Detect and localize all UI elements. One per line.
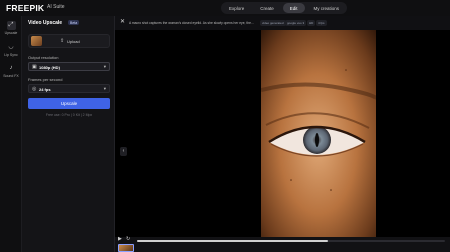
tag-model: google veo 3 (285, 20, 307, 26)
nav-edit[interactable]: Edit (282, 3, 305, 13)
prompt-text: A macro shot captures the woman's closed… (129, 21, 254, 25)
upscale-icon: ⤢ (6, 21, 16, 30)
close-icon[interactable]: ✕ (120, 18, 125, 25)
loop-icon[interactable]: ↻ (126, 236, 130, 242)
video-preview[interactable]: ‹ (115, 30, 450, 237)
video-frame (261, 30, 376, 237)
resolution-value: 1080p (HD) (39, 65, 60, 71)
resolution-select[interactable]: ▣ 1080p (HD) ▾ (28, 62, 110, 71)
tag-resolution: HD (307, 20, 316, 26)
rail-item-upscale[interactable]: ⤢ Upscale (0, 21, 22, 35)
resolution-label: Output resolution (28, 55, 59, 60)
nav-create[interactable]: Create (253, 3, 281, 13)
timeline-thumbnail[interactable] (118, 244, 134, 252)
play-icon[interactable]: ▶ (118, 236, 122, 242)
ai-suite-label: AI Suite (47, 4, 65, 10)
credits-note: Free use: 0 Pro | 0 Kit | 2 Mpx (45, 113, 93, 117)
fps-label: Frames per second (28, 77, 63, 82)
panel-title: Video Upscale (28, 20, 63, 26)
eye-closeup-image (261, 30, 376, 237)
chevron-left-icon[interactable]: ‹ (120, 147, 127, 156)
freepik-logo[interactable]: FREEPIK (6, 3, 44, 13)
chevron-down-icon: ▾ (103, 64, 106, 70)
rail-label-sound-fx: Sound FX (3, 74, 19, 78)
main-viewer-area: ✕ A macro shot captures the woman's clos… (115, 16, 450, 252)
nav-my-creations[interactable]: My creations (307, 3, 347, 13)
timeline-bar: ▶ ↻ (115, 236, 450, 252)
rail-label-upscale: Upscale (4, 31, 18, 35)
tag-video-generated: video generated (260, 20, 286, 26)
rail-label-lip-sync: Lip Sync (4, 53, 18, 57)
lip-sync-icon: ◡ (8, 44, 14, 50)
upload-label: Upload (67, 39, 80, 44)
rail-item-sound-fx[interactable]: ♪ Sound FX (0, 64, 22, 78)
prompt-bar: ✕ A macro shot captures the woman's clos… (115, 16, 450, 30)
timeline-track[interactable] (137, 239, 445, 242)
tag-fps: 4 fps (316, 20, 327, 26)
upload-icon: ⇪ (60, 38, 65, 44)
upscale-settings-panel: Video Upscale Beta (22, 16, 115, 252)
chevron-down-icon: ▾ (103, 86, 106, 92)
upscale-button[interactable]: Upscale (28, 98, 110, 109)
fps-icon: ◎ (32, 86, 37, 92)
resolution-icon: ▣ (32, 64, 37, 70)
tool-rail: ⤢ Upscale ◡ Lip Sync ♪ Sound FX (0, 16, 22, 252)
timeline-progress (137, 239, 328, 242)
fps-select[interactable]: ◎ 24 fps ▾ (28, 84, 110, 93)
video-thumbnail[interactable] (31, 36, 42, 46)
fps-value: 24 fps (39, 87, 51, 93)
rail-item-lip-sync[interactable]: ◡ Lip Sync (0, 43, 22, 57)
sound-fx-icon: ♪ (9, 65, 13, 71)
top-bar: FREEPIK AI Suite Explore Create Edit My … (0, 0, 450, 16)
nav-explore[interactable]: Explore (222, 3, 251, 13)
beta-badge: Beta (68, 20, 80, 25)
main-nav: Explore Create Edit My creations (221, 2, 348, 14)
